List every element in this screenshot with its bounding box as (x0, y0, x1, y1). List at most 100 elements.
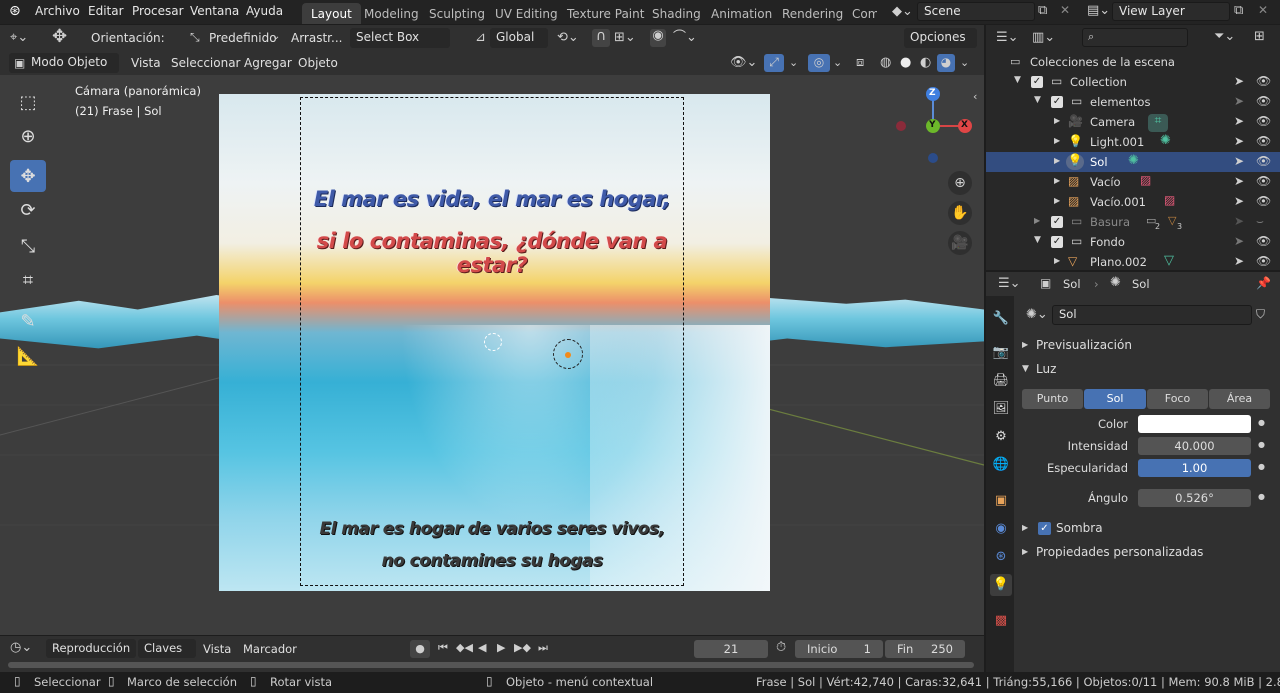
close-scene-icon[interactable]: ✕ (1060, 4, 1070, 16)
eye-closed-icon[interactable]: ⌣ (1256, 215, 1264, 227)
blender-logo-icon[interactable]: ⊛ (9, 4, 21, 18)
visibility-icon[interactable]: 👁⌄ (730, 56, 757, 69)
display-mode-icon[interactable]: ▥⌄ (1032, 31, 1055, 44)
menu-view[interactable]: Vista (131, 56, 161, 70)
scene-name-field[interactable]: Scene (917, 2, 1035, 21)
outliner-row-sol[interactable]: ▶ 💡 Sol ✺ ➤ 👁 (986, 152, 1280, 172)
end-frame-field[interactable]: Fin 250 (885, 640, 965, 658)
angle-field[interactable]: 0.526° (1138, 489, 1251, 507)
cursor-tool-button[interactable]: ⊕ (10, 120, 46, 152)
outliner-search-input[interactable] (1082, 28, 1188, 47)
new-collection-icon[interactable]: ⊞ (1254, 30, 1265, 43)
select-arrow-icon[interactable]: ➤ (1234, 75, 1244, 87)
solid-shading-icon[interactable]: ● (900, 56, 911, 69)
options-dropdown[interactable]: Opciones (904, 28, 977, 48)
falloff-icon[interactable]: ⌒⌄ (673, 31, 697, 44)
tab-texture-paint[interactable]: Texture Paint (558, 3, 653, 24)
texture-tab-icon[interactable]: ▩ (990, 610, 1012, 632)
expand-arrow-icon[interactable]: ▶ (1054, 197, 1060, 205)
expand-arrow-icon[interactable]: ▶ (1054, 137, 1060, 145)
tab-uv-editing[interactable]: UV Editing (486, 3, 567, 24)
mesh-data-icon[interactable]: ▽ (1164, 254, 1174, 267)
exclude-checkbox[interactable]: ✓ (1051, 216, 1063, 228)
view-layer-icon[interactable]: ▤⌄ (1087, 4, 1110, 17)
outliner-row-elementos[interactable]: ▼ ✓ ▭ elementos ➤ 👁 (986, 92, 1280, 112)
outliner-row-collection[interactable]: ▼ ✓ ▭ Collection ➤ 👁 (986, 72, 1280, 92)
select-arrow-icon[interactable]: ➤ (1234, 155, 1244, 167)
marker-menu[interactable]: Marcador (243, 642, 297, 656)
mode-dropdown[interactable]: Modo Objeto (9, 53, 119, 73)
proportional-edit-icon[interactable]: ◉ (650, 29, 666, 47)
orientation-dropdown[interactable]: Predefinido (209, 31, 277, 45)
tab-sculpting[interactable]: Sculpting (420, 3, 494, 24)
chevron-down-icon[interactable]: ⌄ (833, 57, 842, 68)
start-frame-field[interactable]: Inicio 1 (795, 640, 883, 658)
rendered-shading-icon[interactable]: ◕ (937, 54, 955, 72)
select-arrow-icon[interactable]: ➤ (1234, 175, 1244, 187)
eye-icon[interactable]: 👁 (1256, 155, 1271, 167)
world-tab-icon[interactable]: 🌐 (990, 454, 1012, 476)
select-arrow-icon[interactable]: ➤ (1234, 215, 1244, 227)
transform-tool-button[interactable]: ⌗ (10, 264, 46, 296)
keyframe-dot-icon[interactable]: ● (1258, 493, 1265, 501)
select-arrow-icon[interactable]: ➤ (1234, 135, 1244, 147)
scale-tool-button[interactable]: ⤡ (10, 230, 46, 262)
pan-hand-icon[interactable]: ✋ (948, 201, 972, 225)
light-type-spot-button[interactable]: Foco (1147, 389, 1208, 409)
xray-icon[interactable]: ⧈ (856, 56, 864, 69)
light-type-area-button[interactable]: Área (1209, 389, 1270, 409)
chevron-down-icon[interactable]: ⌄ (960, 57, 969, 68)
timeline-editor-type-icon[interactable]: ◷⌄ (10, 641, 32, 654)
select-arrow-icon[interactable]: ➤ (1234, 115, 1244, 127)
light-data-tab-icon[interactable]: 💡 (990, 574, 1012, 596)
light-type-sun-button[interactable]: Sol (1084, 389, 1146, 409)
expand-arrow-icon[interactable]: ▶ (1022, 341, 1028, 349)
menu-add[interactable]: Agregar (244, 56, 292, 70)
tab-rendering[interactable]: Rendering (773, 3, 852, 24)
expand-arrow-icon[interactable]: ▶ (1054, 177, 1060, 185)
eye-icon[interactable]: 👁 (1256, 255, 1271, 267)
select-arrow-icon[interactable]: ➤ (1234, 255, 1244, 267)
fake-user-shield-icon[interactable]: ⛉ (1256, 308, 1265, 320)
modifier-tab-icon[interactable]: ◉ (990, 518, 1012, 540)
current-frame-field[interactable]: 21 (694, 640, 768, 658)
render-tab-icon[interactable]: 📷 (990, 342, 1012, 364)
next-keyframe-icon[interactable]: ▶◆ (514, 642, 531, 653)
eye-icon[interactable]: 👁 (1256, 135, 1271, 147)
outliner-row-basura[interactable]: ▶ ✓ ▭ Basura ▭ 2 ▽ 3 ➤ ⌣ (986, 212, 1280, 232)
jump-end-icon[interactable]: ⏭ (538, 642, 548, 653)
material-shading-icon[interactable]: ◐ (920, 56, 931, 69)
chevron-down-icon[interactable]: ⌄ (789, 57, 798, 68)
object-tab-icon[interactable]: ▣ (990, 490, 1012, 512)
expand-arrow-icon[interactable]: ▶ (1022, 548, 1028, 556)
section-custom-properties[interactable]: Propiedades personalizadas (1036, 545, 1203, 559)
copy-view-layer-icon[interactable]: ⧉ (1234, 4, 1243, 17)
outliner-row-vacio001[interactable]: ▶ ▨ Vacío.001 ▨ ➤ 👁 (986, 192, 1280, 212)
scene-icon[interactable]: ◆⌄ (892, 5, 913, 18)
wireframe-shading-icon[interactable]: ◍ (880, 56, 891, 69)
expand-arrow-icon[interactable]: ▶ (1034, 217, 1040, 225)
specular-slider[interactable]: 1.00 (1138, 459, 1251, 477)
outliner-row-fondo[interactable]: ▼ ✓ ▭ Fondo ➤ 👁 (986, 232, 1280, 252)
annotate-tool-button[interactable]: ✎ (10, 305, 46, 337)
menu-window[interactable]: Ventana (190, 4, 239, 18)
tool-tab-icon[interactable]: 🔧 (990, 308, 1012, 330)
keyframe-dot-icon[interactable]: ● (1258, 441, 1265, 449)
expand-arrow-icon[interactable]: ▶ (1054, 257, 1060, 265)
properties-editor-type-icon[interactable]: ☰⌄ (998, 277, 1021, 290)
pin-icon[interactable]: 📌 (1256, 277, 1271, 289)
eye-icon[interactable]: 👁 (1256, 195, 1271, 207)
move-tool-icon[interactable]: ✥ (52, 28, 67, 46)
gizmo-toggle-icon[interactable]: ⤢ (764, 54, 784, 72)
tab-layout[interactable]: Layout (302, 3, 361, 24)
collapse-sidebar-icon[interactable]: ‹ (973, 91, 977, 102)
outliner-row-plano002[interactable]: ▶ ▽ Plano.002 ▽ ➤ 👁 (986, 252, 1280, 272)
view-layer-field[interactable]: View Layer (1112, 2, 1230, 21)
tab-compositing[interactable]: Com (843, 3, 877, 24)
expand-arrow-icon[interactable]: ▼ (1034, 236, 1041, 245)
sun-data-icon[interactable]: ✺ (1160, 134, 1171, 147)
constraint-tab-icon[interactable]: ⊛ (990, 546, 1012, 568)
tab-animation[interactable]: Animation (702, 3, 781, 24)
collapse-arrow-icon[interactable]: ▼ (1022, 365, 1029, 374)
scene-tab-icon[interactable]: ⚙ (990, 426, 1012, 448)
